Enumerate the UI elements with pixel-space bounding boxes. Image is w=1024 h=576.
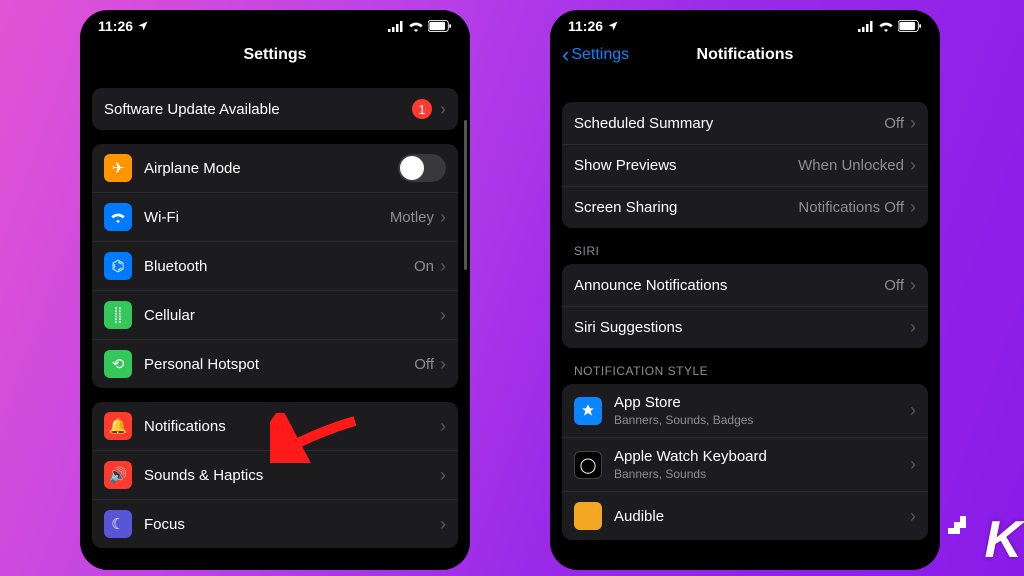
row-label: Software Update Available bbox=[104, 101, 412, 118]
chevron-right-icon: › bbox=[910, 197, 916, 218]
nav-bar: Settings bbox=[80, 36, 470, 74]
chevron-left-icon: ‹ bbox=[562, 42, 569, 68]
row-label: Bluetooth bbox=[144, 258, 414, 275]
cellular-icon bbox=[388, 21, 404, 32]
page-title: Settings bbox=[243, 46, 306, 64]
row-scheduled-summary[interactable]: Scheduled Summary Off › bbox=[562, 102, 928, 144]
row-label: Cellular bbox=[144, 307, 440, 324]
wifi-icon bbox=[104, 203, 132, 231]
chevron-right-icon: › bbox=[440, 207, 446, 228]
row-value: On bbox=[414, 258, 434, 275]
row-bluetooth[interactable]: ⌬ Bluetooth On › bbox=[92, 241, 458, 290]
watch-icon: ◯ bbox=[574, 451, 602, 479]
row-label: Notifications bbox=[144, 418, 440, 435]
row-focus[interactable]: ☾ Focus › bbox=[92, 499, 458, 548]
row-value: Off bbox=[884, 115, 904, 132]
chevron-right-icon: › bbox=[440, 256, 446, 277]
cellular-icon: ⸽⸽ bbox=[104, 301, 132, 329]
row-apple-watch-keyboard[interactable]: ◯ Apple Watch Keyboard Banners, Sounds › bbox=[562, 437, 928, 491]
status-bar: 11:26 bbox=[550, 10, 940, 36]
location-icon bbox=[607, 20, 619, 32]
bell-icon: 🔔 bbox=[104, 412, 132, 440]
airplane-toggle[interactable] bbox=[398, 154, 446, 182]
row-label: Show Previews bbox=[574, 157, 798, 174]
moon-icon: ☾ bbox=[104, 510, 132, 538]
chevron-right-icon: › bbox=[910, 155, 916, 176]
chevron-right-icon: › bbox=[910, 506, 916, 527]
row-label: App Store bbox=[614, 394, 910, 411]
row-audible[interactable]: Audible › bbox=[562, 491, 928, 540]
row-announce-notifications[interactable]: Announce Notifications Off › bbox=[562, 264, 928, 306]
row-siri-suggestions[interactable]: Siri Suggestions › bbox=[562, 306, 928, 348]
row-value: Motley bbox=[390, 209, 434, 226]
row-sounds[interactable]: 🔊 Sounds & Haptics › bbox=[92, 450, 458, 499]
row-label: Apple Watch Keyboard bbox=[614, 448, 910, 465]
chevron-right-icon: › bbox=[910, 317, 916, 338]
section-header-style: NOTIFICATION STYLE bbox=[562, 348, 928, 384]
row-label: Personal Hotspot bbox=[144, 356, 414, 373]
chevron-right-icon: › bbox=[440, 514, 446, 535]
hotspot-icon: ⟲ bbox=[104, 350, 132, 378]
chevron-right-icon: › bbox=[910, 454, 916, 475]
chevron-right-icon: › bbox=[440, 354, 446, 375]
row-value: Notifications Off bbox=[798, 199, 904, 216]
row-notifications[interactable]: 🔔 Notifications › bbox=[92, 402, 458, 450]
status-time: 11:26 bbox=[568, 18, 603, 34]
section-header-siri: SIRI bbox=[562, 228, 928, 264]
bluetooth-icon: ⌬ bbox=[104, 252, 132, 280]
speaker-icon: 🔊 bbox=[104, 461, 132, 489]
row-label: Wi-Fi bbox=[144, 209, 390, 226]
scrollbar[interactable] bbox=[464, 120, 467, 270]
row-label: Audible bbox=[614, 508, 910, 525]
row-label: Siri Suggestions bbox=[574, 319, 910, 336]
row-value: When Unlocked bbox=[798, 157, 904, 174]
row-label: Announce Notifications bbox=[574, 277, 884, 294]
row-value: Off bbox=[414, 356, 434, 373]
row-label: Sounds & Haptics bbox=[144, 467, 440, 484]
row-label: Screen Sharing bbox=[574, 199, 798, 216]
row-value: Off bbox=[884, 277, 904, 294]
row-sublabel: Banners, Sounds bbox=[614, 467, 910, 481]
watermark-logo: K bbox=[984, 510, 1018, 570]
battery-icon bbox=[898, 20, 922, 32]
row-airplane-mode[interactable]: ✈ Airplane Mode bbox=[92, 144, 458, 192]
chevron-right-icon: › bbox=[440, 99, 446, 120]
wifi-icon bbox=[878, 20, 894, 32]
status-time: 11:26 bbox=[98, 18, 133, 34]
chevron-right-icon: › bbox=[910, 113, 916, 134]
appstore-icon bbox=[574, 397, 602, 425]
row-show-previews[interactable]: Show Previews When Unlocked › bbox=[562, 144, 928, 186]
chevron-right-icon: › bbox=[910, 275, 916, 296]
back-label: Settings bbox=[571, 46, 629, 64]
row-label: Focus bbox=[144, 516, 440, 533]
page-title: Notifications bbox=[697, 46, 794, 64]
chevron-right-icon: › bbox=[440, 465, 446, 486]
phone-notifications: 11:26 ‹ Settings Notifications Scheduled… bbox=[550, 10, 940, 570]
status-bar: 11:26 bbox=[80, 10, 470, 36]
row-wifi[interactable]: Wi-Fi Motley › bbox=[92, 192, 458, 241]
location-icon bbox=[137, 20, 149, 32]
row-software-update[interactable]: Software Update Available 1 › bbox=[92, 88, 458, 130]
row-hotspot[interactable]: ⟲ Personal Hotspot Off › bbox=[92, 339, 458, 388]
row-cellular[interactable]: ⸽⸽ Cellular › bbox=[92, 290, 458, 339]
chevron-right-icon: › bbox=[440, 305, 446, 326]
row-screen-sharing[interactable]: Screen Sharing Notifications Off › bbox=[562, 186, 928, 228]
row-label: Airplane Mode bbox=[144, 160, 398, 177]
audible-icon bbox=[574, 502, 602, 530]
row-app-store[interactable]: App Store Banners, Sounds, Badges › bbox=[562, 384, 928, 437]
phone-settings: 11:26 Settings Software Update Available… bbox=[80, 10, 470, 570]
cellular-icon bbox=[858, 21, 874, 32]
wifi-icon bbox=[408, 20, 424, 32]
row-sublabel: Banners, Sounds, Badges bbox=[614, 413, 910, 427]
nav-bar: ‹ Settings Notifications bbox=[550, 36, 940, 74]
chevron-right-icon: › bbox=[440, 416, 446, 437]
airplane-icon: ✈ bbox=[104, 154, 132, 182]
row-label: Scheduled Summary bbox=[574, 115, 884, 132]
battery-icon bbox=[428, 20, 452, 32]
update-badge: 1 bbox=[412, 99, 432, 119]
back-button[interactable]: ‹ Settings bbox=[562, 42, 629, 68]
chevron-right-icon: › bbox=[910, 400, 916, 421]
